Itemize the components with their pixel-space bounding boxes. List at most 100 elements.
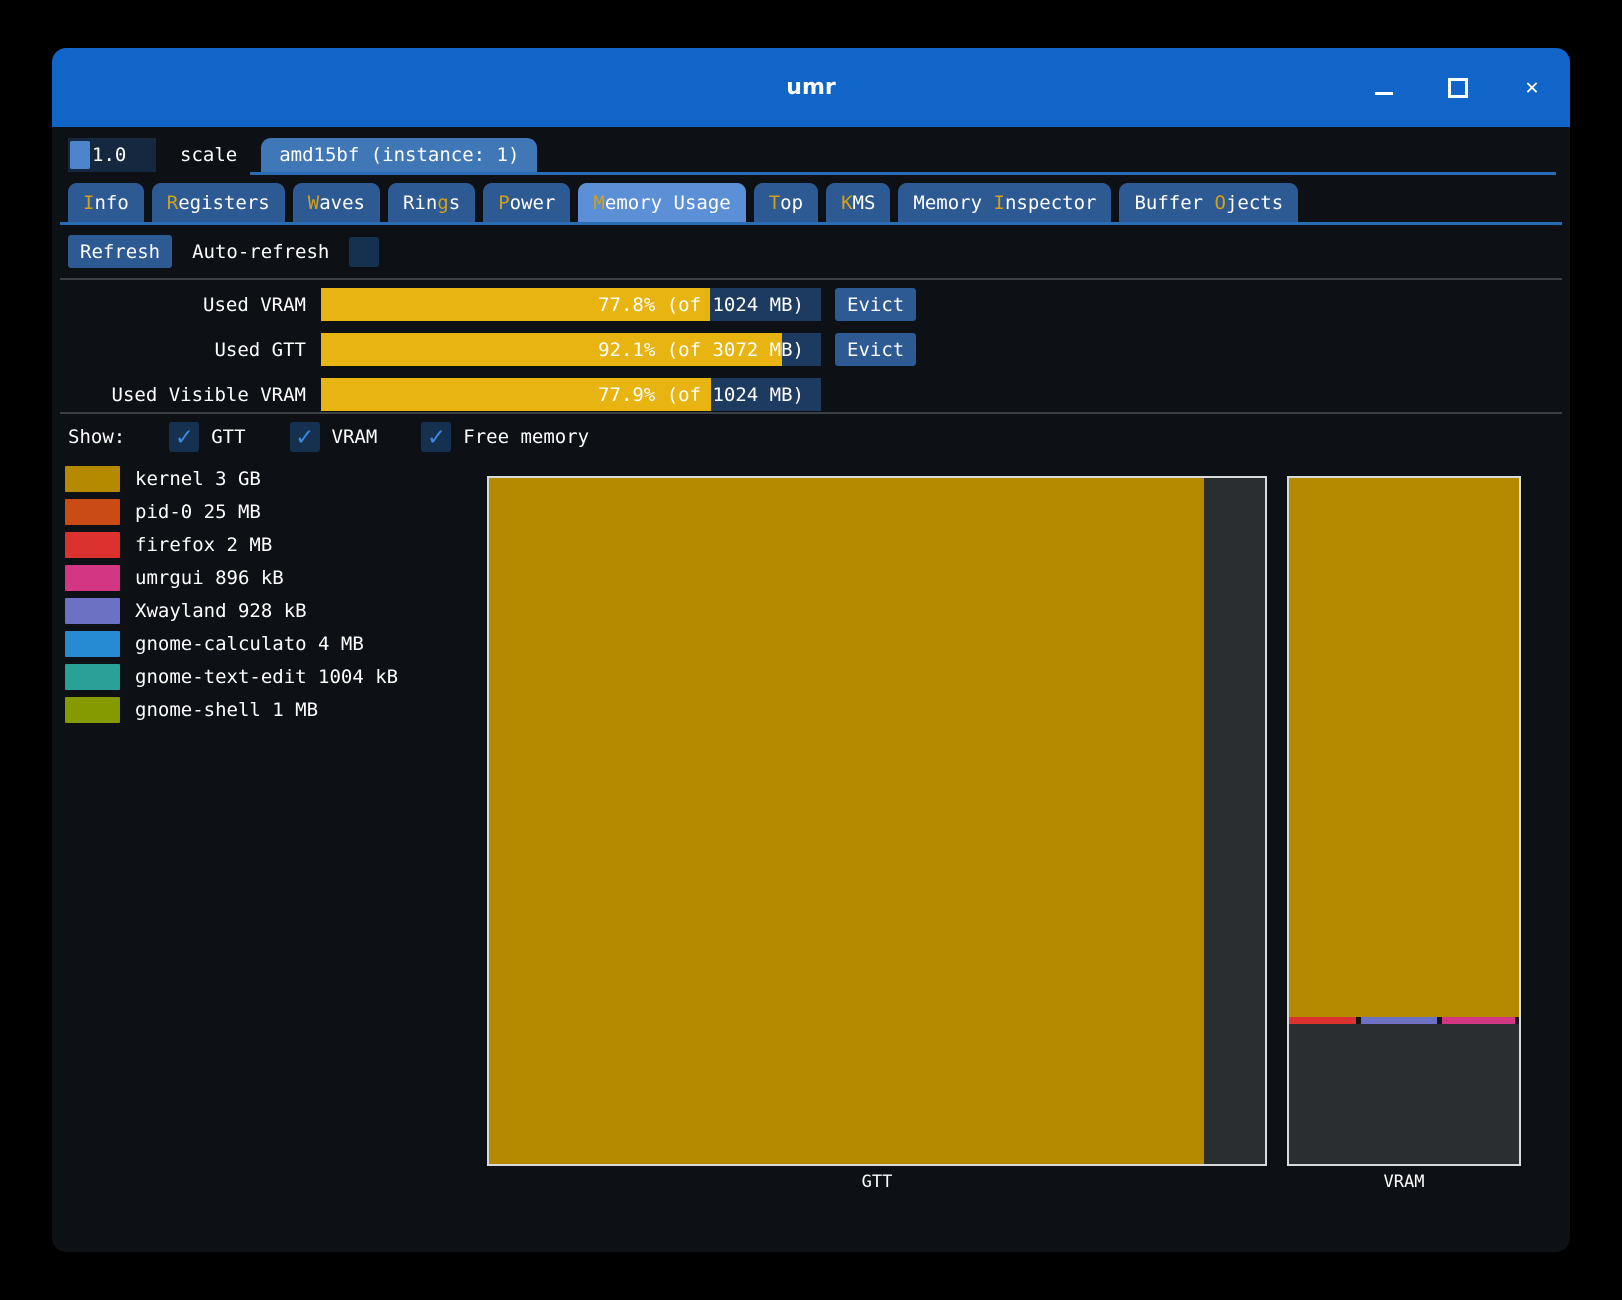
scale-drag-handle-icon[interactable] [70, 141, 90, 169]
legend-swatch [65, 664, 120, 690]
used-gtt-value: 92.1% (of 3072 MB) [598, 333, 804, 366]
vram-kernel-segment [1289, 478, 1519, 1017]
scale-label: scale [180, 144, 237, 166]
legend-swatch [65, 697, 120, 723]
show-gtt-option: ✓ GTT [169, 422, 245, 452]
tabs-row: Info Registers Waves Rings Power Memory … [68, 183, 1298, 222]
tab-power[interactable]: Power [483, 183, 570, 222]
legend-swatch [65, 598, 120, 624]
maximize-button[interactable] [1446, 76, 1470, 100]
tab-memory-usage[interactable]: Memory Usage [578, 183, 745, 222]
vram-chart-label: VRAM [1287, 1172, 1521, 1192]
refresh-button[interactable]: Refresh [68, 235, 172, 268]
titlebar[interactable]: umr ✕ [52, 48, 1570, 127]
evict-gtt-button[interactable]: Evict [835, 333, 916, 366]
scale-input[interactable]: 1.0 [68, 138, 156, 172]
show-label: Show: [68, 426, 125, 448]
used-visible-vram-row: Used Visible VRAM 77.9% (of 1024 MB) [68, 378, 925, 411]
maximize-icon [1448, 78, 1468, 98]
legend-swatch [65, 631, 120, 657]
usage-section: Used VRAM 77.8% (of 1024 MB) Evict Used … [68, 288, 925, 411]
tab-waves[interactable]: Waves [293, 183, 380, 222]
auto-refresh-checkbox[interactable] [349, 237, 379, 267]
show-free-memory-option: ✓ Free memory [421, 422, 589, 452]
process-size: 3 GB [215, 468, 261, 490]
device-tab-amd15bf[interactable]: amd15bf (instance: 1) [261, 138, 537, 172]
vram-umrgui-segment [1442, 1017, 1516, 1024]
used-vram-progressbar: 77.8% (of 1024 MB) [321, 288, 821, 321]
refresh-row: Refresh Auto-refresh [68, 235, 379, 268]
gtt-free-segment [1204, 478, 1265, 1164]
scale-row: 1.0 scale amd15bf (instance: 1) [68, 138, 537, 172]
process-name: gnome-calculato [135, 633, 307, 655]
scale-value: 1.0 [90, 144, 126, 166]
process-name: Xwayland [135, 600, 227, 622]
separator [60, 412, 1562, 414]
gtt-kernel-segment [489, 478, 1204, 1164]
legend-swatch [65, 565, 120, 591]
used-visible-vram-progressbar: 77.9% (of 1024 MB) [321, 378, 821, 411]
tab-buffer-ojects[interactable]: Buffer Ojects [1119, 183, 1298, 222]
vram-small-allocations-strip [1289, 1017, 1519, 1024]
process-size: 1004 kB [318, 666, 398, 688]
tab-top[interactable]: Top [754, 183, 818, 222]
process-name: kernel [135, 468, 204, 490]
tab-kms[interactable]: KMS [826, 183, 890, 222]
used-gtt-progressbar: 92.1% (of 3072 MB) [321, 333, 821, 366]
legend-item-umrgui: umrgui 896 kB [65, 565, 398, 591]
vram-option-label: VRAM [332, 426, 378, 448]
checkmark-icon: ✓ [297, 423, 313, 451]
legend-item-xwayland: Xwayland 928 kB [65, 598, 398, 624]
window-title: umr [786, 75, 835, 100]
checkmark-icon: ✓ [428, 423, 444, 451]
vram-checkbox[interactable]: ✓ [290, 422, 320, 452]
minimize-button[interactable] [1372, 76, 1396, 100]
tab-rings[interactable]: Rings [388, 183, 475, 222]
tab-info[interactable]: Info [68, 183, 144, 222]
process-size: 1 MB [272, 699, 318, 721]
process-size: 2 MB [227, 534, 273, 556]
used-visible-vram-label: Used Visible VRAM [68, 384, 306, 406]
free-memory-option-label: Free memory [463, 426, 589, 448]
legend-item-gnome-calculato: gnome-calculato 4 MB [65, 631, 398, 657]
separator [60, 278, 1562, 280]
auto-refresh-label: Auto-refresh [192, 241, 329, 263]
device-tab-label: amd15bf (instance: 1) [279, 144, 519, 166]
process-size: 896 kB [215, 567, 284, 589]
legend-item-pid-0: pid-0 25 MB [65, 499, 398, 525]
vram-memory-chart [1287, 476, 1521, 1166]
legend: kernel 3 GB pid-0 25 MB firefox 2 MB umr… [65, 466, 398, 723]
process-name: gnome-shell [135, 699, 261, 721]
show-row: Show: ✓ GTT ✓ VRAM ✓ Free memory [68, 420, 589, 454]
evict-vram-button[interactable]: Evict [835, 288, 916, 321]
process-name: firefox [135, 534, 215, 556]
vram-free-segment [1289, 1024, 1519, 1165]
process-name: pid-0 [135, 501, 192, 523]
legend-item-gnome-shell: gnome-shell 1 MB [65, 697, 398, 723]
tabs-underline [60, 222, 1562, 225]
vram-xwayland-segment [1361, 1017, 1437, 1024]
used-vram-value: 77.8% (of 1024 MB) [598, 288, 804, 321]
legend-item-kernel: kernel 3 GB [65, 466, 398, 492]
used-vram-label: Used VRAM [68, 294, 306, 316]
process-size: 4 MB [318, 633, 364, 655]
legend-swatch [65, 499, 120, 525]
tab-registers[interactable]: Registers [152, 183, 285, 222]
process-name: umrgui [135, 567, 204, 589]
used-gtt-label: Used GTT [68, 339, 306, 361]
gtt-checkbox[interactable]: ✓ [169, 422, 199, 452]
process-size: 25 MB [204, 501, 261, 523]
used-visible-vram-value: 77.9% (of 1024 MB) [598, 378, 804, 411]
close-button[interactable]: ✕ [1520, 76, 1544, 100]
free-memory-checkbox[interactable]: ✓ [421, 422, 451, 452]
close-icon: ✕ [1525, 76, 1538, 100]
process-name: gnome-text-edit [135, 666, 307, 688]
checkmark-icon: ✓ [176, 423, 192, 451]
tab-memory-inspector[interactable]: Memory Inspector [898, 183, 1111, 222]
vram-firefox-segment [1289, 1017, 1356, 1024]
legend-item-firefox: firefox 2 MB [65, 532, 398, 558]
legend-swatch [65, 532, 120, 558]
process-size: 928 kB [238, 600, 307, 622]
gtt-chart-label: GTT [487, 1172, 1267, 1192]
legend-item-gnome-text-edit: gnome-text-edit 1004 kB [65, 664, 398, 690]
